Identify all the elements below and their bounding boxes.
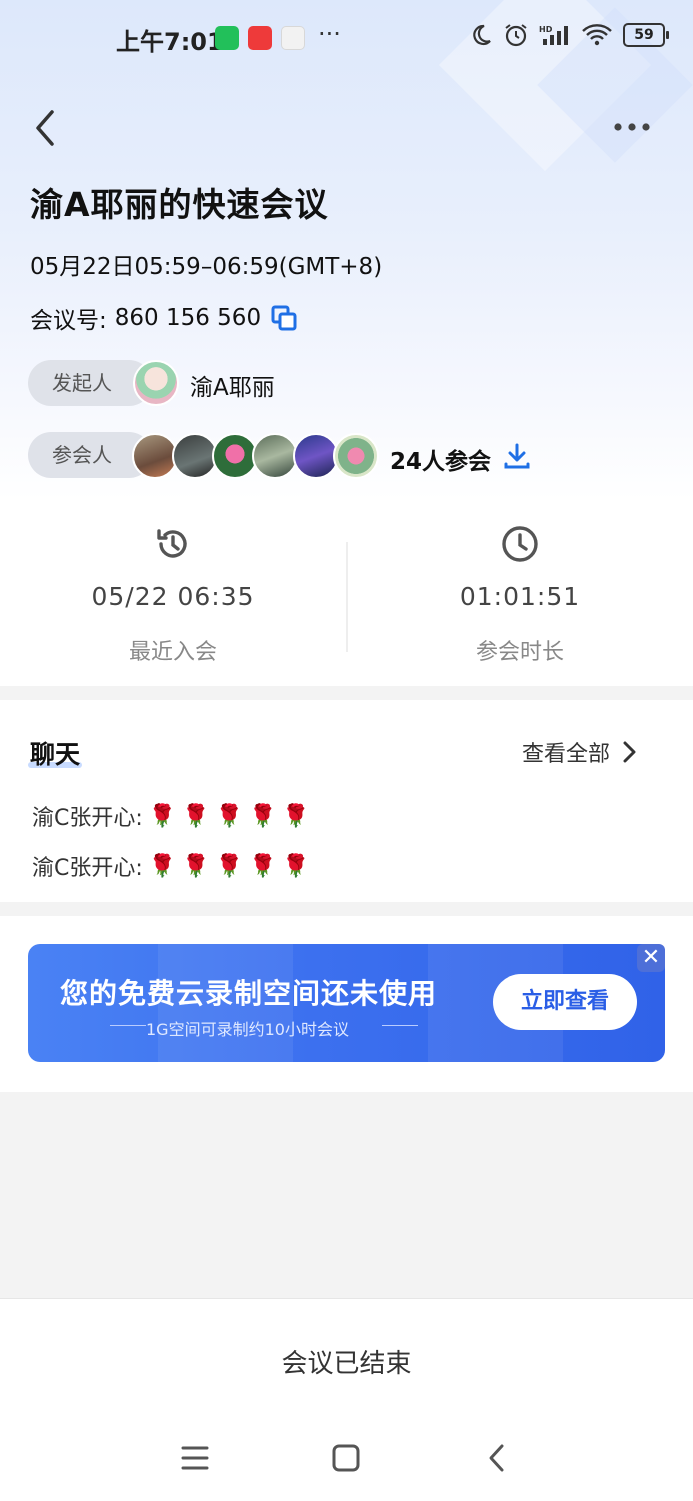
recent-join-value: 05/22 06:35	[91, 582, 255, 611]
view-all-button[interactable]: 查看全部	[522, 736, 640, 768]
chat-section: 聊天 查看全部 渝C张开心: 🌹🌹🌹🌹🌹 渝C张开心: 🌹🌹🌹🌹🌹	[0, 700, 693, 902]
chat-title: 聊天	[30, 740, 81, 769]
view-all-label: 查看全部	[522, 742, 611, 767]
meeting-id-value: 860 156 560	[114, 305, 262, 331]
chat-message: 渝C张开心: 🌹🌹🌹🌹🌹	[32, 850, 316, 882]
banner-sub-line	[110, 1025, 146, 1026]
chat-message: 渝C张开心: 🌹🌹🌹🌹🌹	[32, 800, 316, 832]
status-more-dots: ···	[318, 20, 341, 48]
duration-stat: 01:01:51 参会时长	[347, 500, 693, 686]
host-name: 渝A耶丽	[190, 375, 275, 401]
meeting-stats: 05/22 06:35 最近入会 01:01:51 参会时长	[0, 500, 693, 686]
banner-sub-line	[382, 1025, 418, 1026]
menu-icon[interactable]	[177, 1440, 213, 1476]
red-envelope-icon	[248, 26, 272, 50]
alarm-icon	[505, 24, 527, 47]
close-icon[interactable]: ✕	[637, 944, 665, 972]
history-icon	[157, 529, 187, 558]
back-nav-icon[interactable]	[480, 1440, 516, 1476]
duration-label: 参会时长	[475, 640, 564, 665]
meeting-id-row: 会议号: 860 156 560	[30, 301, 297, 335]
banner-title: 您的免费云录制空间还未使用	[60, 977, 438, 1010]
avatar[interactable]	[333, 433, 379, 479]
message-sender: 渝C张开心:	[32, 856, 143, 881]
more-options-icon[interactable]	[610, 110, 654, 144]
message-text: 🌹🌹🌹🌹🌹	[148, 803, 316, 829]
signal-hd-icon: HD	[539, 25, 568, 45]
banner-subtitle: 1G空间可录制约10小时会议	[146, 1020, 349, 1039]
moon-icon	[473, 24, 491, 46]
chat-bubble-icon	[281, 26, 305, 50]
download-icon[interactable]	[503, 442, 531, 470]
meeting-id-label: 会议号:	[30, 308, 107, 334]
view-now-button[interactable]: 立即查看	[493, 974, 637, 1030]
status-right-icons: HD 59	[469, 22, 669, 48]
meeting-ended-text: 会议已结束	[281, 1349, 412, 1379]
participant-count: 24人参会	[390, 449, 492, 475]
chevron-right-icon	[623, 741, 636, 763]
battery-icon: 59	[623, 23, 669, 47]
home-icon[interactable]	[328, 1440, 364, 1476]
message-sender: 渝C张开心:	[32, 806, 143, 831]
cloud-recording-banner[interactable]: 您的免费云录制空间还未使用 1G空间可录制约10小时会议 立即查看	[28, 944, 665, 1062]
svg-text:HD: HD	[539, 25, 553, 34]
duration-value: 01:01:51	[459, 582, 581, 611]
meeting-title: 渝A耶丽的快速会议	[30, 185, 329, 224]
message-text: 🌹🌹🌹🌹🌹	[148, 853, 316, 879]
recent-join-stat: 05/22 06:35 最近入会	[0, 500, 346, 686]
avatar[interactable]	[252, 433, 298, 479]
avatar[interactable]	[133, 360, 179, 406]
status-time: 上午7:01	[116, 28, 224, 56]
recent-join-label: 最近入会	[128, 640, 217, 665]
copy-icon[interactable]	[271, 305, 297, 331]
meeting-time-range: 05月22日05:59–06:59(GMT+8)	[30, 254, 383, 280]
promo-section: 您的免费云录制空间还未使用 1G空间可录制约10小时会议 立即查看	[0, 916, 693, 1092]
wechat-icon	[215, 26, 239, 50]
clock-icon	[502, 526, 538, 562]
back-arrow-icon[interactable]	[26, 106, 66, 150]
status-bar: 上午7:01 ··· HD 59	[0, 0, 693, 76]
wifi-icon	[582, 24, 612, 46]
